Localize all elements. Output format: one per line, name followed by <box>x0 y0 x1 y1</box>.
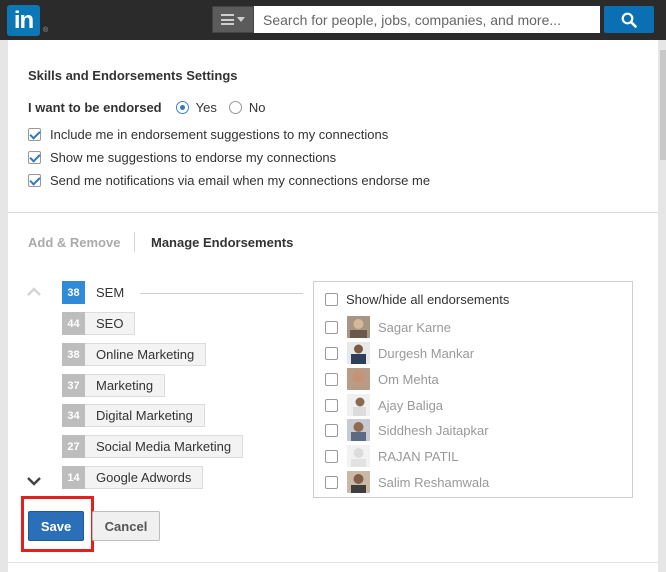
avatar <box>347 394 370 416</box>
suggestions-checkbox[interactable] <box>28 127 41 141</box>
endorser-checkbox[interactable] <box>325 320 338 334</box>
endorse-label: I want to be endorsed <box>28 99 162 115</box>
skill-name: Social Media Marketing <box>85 435 244 458</box>
chevron-down-icon[interactable] <box>26 476 42 486</box>
tab-divider <box>134 232 135 252</box>
endorser-name: Om Mehta <box>378 371 439 387</box>
endorsement-count: 27 <box>62 435 85 458</box>
show-hide-all-label: Show/hide all endorsements <box>346 292 510 307</box>
footer-divider <box>8 562 658 563</box>
search-button[interactable] <box>604 6 654 33</box>
avatar <box>347 419 370 441</box>
email-notifications-checkbox[interactable] <box>28 173 41 187</box>
skill-name: Digital Marketing <box>85 404 205 427</box>
skill-item[interactable]: 44 SEO <box>62 312 136 335</box>
endorser-checkbox[interactable] <box>325 475 338 489</box>
skill-item[interactable]: 14 Google Adwords <box>62 466 204 489</box>
endorser-checkbox[interactable] <box>325 423 338 437</box>
linkedin-logo[interactable]: in <box>7 5 40 36</box>
email-notifications-label: Send me notifications via email when my … <box>50 172 431 188</box>
endorser-row[interactable]: Durgesh Mankar <box>325 342 474 364</box>
skill-name: Marketing <box>85 374 166 397</box>
avatar <box>347 342 370 364</box>
endorse-suggestions-option[interactable]: Show me suggestions to endorse my connec… <box>28 148 336 166</box>
search-icon <box>621 12 637 28</box>
avatar <box>347 368 370 390</box>
endorse-preference: I want to be endorsed Yes No <box>28 98 277 116</box>
endorser-row[interactable]: Ajay Baliga <box>325 394 443 416</box>
endorser-name: Salim Reshamwala <box>378 474 490 490</box>
show-hide-all-option[interactable]: Show/hide all endorsements <box>325 292 509 307</box>
skill-item[interactable]: 34 Digital Marketing <box>62 404 205 427</box>
endorse-no-radio[interactable] <box>228 100 242 114</box>
endorsement-count: 14 <box>62 466 85 489</box>
endorser-checkbox[interactable] <box>325 346 338 360</box>
endorser-checkbox[interactable] <box>325 449 338 463</box>
endorsement-count: 34 <box>62 404 85 427</box>
endorser-row[interactable]: Salim Reshamwala <box>325 471 489 493</box>
skill-item[interactable]: 38 SEM <box>62 281 136 304</box>
menu-icon <box>221 14 234 25</box>
endorser-checkbox[interactable] <box>325 372 338 386</box>
endorser-name: Siddhesh Jaitapkar <box>378 422 489 438</box>
endorser-row[interactable]: RAJAN PATIL <box>325 445 458 467</box>
skill-item[interactable]: 27 Social Media Marketing <box>62 435 244 458</box>
endorse-yes-radio[interactable] <box>175 100 189 114</box>
page-scrollbar[interactable] <box>660 50 666 160</box>
skill-name: SEO <box>85 312 136 335</box>
endorser-row[interactable]: Om Mehta <box>325 368 439 390</box>
section-divider <box>8 212 658 213</box>
endorse-yes-label[interactable]: Yes <box>196 100 217 115</box>
endorsement-count: 37 <box>62 374 85 397</box>
avatar <box>347 316 370 338</box>
avatar <box>347 445 370 467</box>
skill-item[interactable]: 38 Online Marketing <box>62 343 207 366</box>
email-notifications-option[interactable]: Send me notifications via email when my … <box>28 171 430 189</box>
suggestions-label: Include me in endorsement suggestions to… <box>50 126 389 142</box>
endorsement-count: 38 <box>62 281 85 304</box>
registered-mark: ® <box>43 27 49 34</box>
search-category-dropdown[interactable] <box>212 6 254 33</box>
suggestions-option[interactable]: Include me in endorsement suggestions to… <box>28 125 388 143</box>
endorser-name: Ajay Baliga <box>378 397 444 413</box>
skill-name: Online Marketing <box>85 343 207 366</box>
endorser-name: RAJAN PATIL <box>378 448 459 464</box>
tab-manage-endorsements[interactable]: Manage Endorsements <box>151 235 293 250</box>
selected-skill-connector <box>140 293 303 294</box>
avatar <box>347 471 370 493</box>
endorsement-count: 38 <box>62 343 85 366</box>
save-highlight-annotation <box>21 496 94 552</box>
endorse-suggestions-checkbox[interactable] <box>28 150 41 164</box>
chevron-up-icon[interactable] <box>26 287 42 297</box>
skill-name: Google Adwords <box>85 466 204 489</box>
search-input[interactable] <box>254 6 600 33</box>
caret-down-icon <box>237 17 245 22</box>
endorsement-count: 44 <box>62 312 85 335</box>
tab-add-remove[interactable]: Add & Remove <box>28 235 120 250</box>
endorsers-panel[interactable]: Show/hide all endorsements Sagar Karne D… <box>313 281 633 498</box>
endorse-suggestions-label: Show me suggestions to endorse my connec… <box>50 149 337 165</box>
endorser-row[interactable]: Siddhesh Jaitapkar <box>325 419 489 441</box>
skill-name: SEM <box>85 281 136 304</box>
cancel-button[interactable]: Cancel <box>92 511 160 541</box>
skill-item[interactable]: 37 Marketing <box>62 374 166 397</box>
endorser-name: Sagar Karne <box>378 319 451 335</box>
settings-title: Skills and Endorsements Settings <box>28 68 238 83</box>
endorse-no-label[interactable]: No <box>249 100 266 115</box>
show-hide-all-checkbox[interactable] <box>325 293 338 306</box>
endorser-checkbox[interactable] <box>325 398 338 412</box>
endorser-row[interactable]: Sagar Karne <box>325 316 451 338</box>
endorser-name: Durgesh Mankar <box>378 345 475 361</box>
